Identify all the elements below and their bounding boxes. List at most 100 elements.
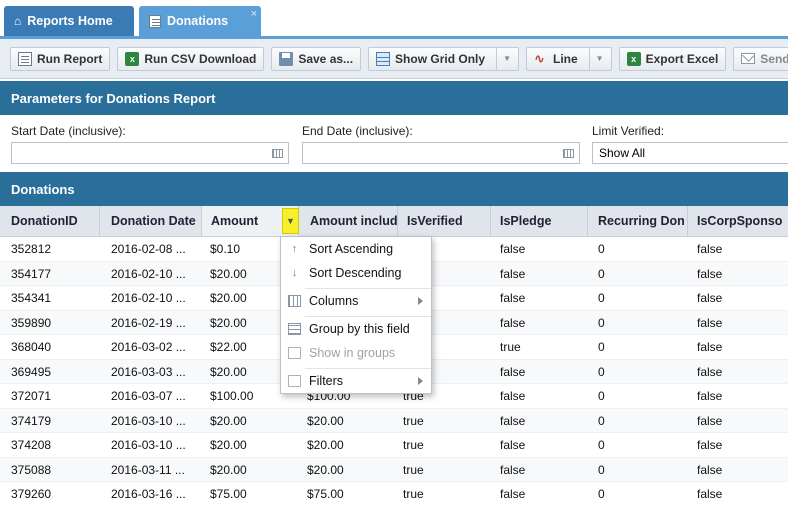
cell-is-pledge: false <box>500 487 526 501</box>
cell-is-corp-sponsor: false <box>697 291 723 305</box>
send-email-button[interactable]: Send Em <box>733 46 788 71</box>
menu-item-filters[interactable]: Filters <box>281 369 431 393</box>
line-chart-button[interactable]: ∿ Line ▼ <box>525 46 612 71</box>
table-row[interactable]: 375088 2016-03-11 ... $20.00 $20.00 true fals… <box>0 457 788 482</box>
limit-verified-label: Limit Verified: <box>592 124 665 138</box>
tab-bar: ⌂ Reports Home Donations × <box>0 0 788 39</box>
tab-reports-home[interactable]: ⌂ Reports Home <box>4 6 134 36</box>
excel-icon: x <box>626 51 641 66</box>
cell-amount-including: $75.00 <box>307 487 344 501</box>
cell-recurring-donation: 0 <box>598 266 605 281</box>
chevron-down-icon[interactable]: ▼ <box>496 47 511 70</box>
column-header-recurring-donation[interactable]: Recurring Don <box>588 206 688 236</box>
cell-is-pledge: false <box>500 462 526 477</box>
run-csv-download-button[interactable]: x Run CSV Download <box>117 46 265 71</box>
cell-is-verified: true <box>403 413 424 428</box>
calendar-icon[interactable] <box>272 149 283 158</box>
cell-recurring-donation: 0 <box>598 462 605 477</box>
cell-is-pledge: true <box>500 340 521 354</box>
column-header-is-corp-sponsor[interactable]: IsCorpSponso <box>688 206 788 236</box>
menu-item-label: Columns <box>309 294 359 308</box>
show-grid-only-button[interactable]: Show Grid Only ▼ <box>368 46 519 71</box>
cell-is-pledge: false <box>500 266 526 281</box>
end-date-input[interactable] <box>302 142 580 164</box>
cell-recurring-donation: 0 <box>598 438 605 452</box>
save-icon <box>279 51 294 66</box>
cell-is-corp-sponsor: false <box>697 462 723 477</box>
menu-item-group-by-field[interactable]: Group by this field <box>281 317 431 341</box>
table-row[interactable]: 374208 2016-03-10 ... $20.00 $20.00 true fals… <box>0 433 788 458</box>
close-tab-icon[interactable]: × <box>251 8 257 20</box>
cell-is-pledge: false <box>500 438 526 452</box>
menu-item-show-in-groups[interactable]: Show in groups <box>281 341 431 365</box>
cell-donation-date: 2016-03-02 ... <box>111 340 186 354</box>
cell-donation-id: 354341 <box>11 291 52 305</box>
chevron-down-icon[interactable]: ▼ <box>588 47 604 70</box>
cell-amount: $20.00 <box>210 462 247 477</box>
button-label: Show Grid Only <box>395 51 486 66</box>
menu-item-label: Sort Descending <box>309 266 402 280</box>
run-report-button[interactable]: Run Report <box>10 46 111 71</box>
cell-recurring-donation: 0 <box>598 242 605 256</box>
menu-item-columns[interactable]: Columns <box>281 289 431 313</box>
menu-item-sort-descending[interactable]: ↓ Sort Descending <box>281 261 431 285</box>
column-header-donation-date[interactable]: Donation Date <box>100 206 202 236</box>
tab-label: Reports Home <box>27 14 113 28</box>
button-label: Export Excel <box>645 51 719 66</box>
save-as-button[interactable]: Save as... <box>271 46 362 71</box>
column-header-donation-id[interactable]: DonationID <box>0 206 100 236</box>
cell-donation-id: 368040 <box>11 340 52 354</box>
menu-item-label: Sort Ascending <box>309 242 394 256</box>
cell-is-corp-sponsor: false <box>697 315 723 330</box>
menu-item-label: Filters <box>309 374 344 388</box>
arrow-up-icon: ↑ <box>291 243 298 255</box>
section-title: Parameters for Donations Report <box>11 90 216 106</box>
menu-item-sort-ascending[interactable]: ↑ Sort Ascending <box>281 237 431 261</box>
cell-donation-date: 2016-02-08 ... <box>111 242 186 256</box>
column-menu: ↑ Sort Ascending ↓ Sort Descending Colum… <box>280 236 432 394</box>
start-date-label: Start Date (inclusive): <box>11 124 126 138</box>
cell-is-verified: true <box>403 487 424 501</box>
report-icon <box>149 14 161 28</box>
cell-donation-date: 2016-02-10 ... <box>111 291 186 305</box>
cell-amount: $20.00 <box>210 413 247 428</box>
checkbox-icon <box>288 347 301 359</box>
cell-recurring-donation: 0 <box>598 487 605 501</box>
calendar-icon[interactable] <box>563 149 574 158</box>
limit-verified-select[interactable]: Show All <box>592 142 788 164</box>
column-header-is-verified[interactable]: IsVerified <box>398 206 491 236</box>
limit-verified-value: Show All <box>599 146 646 160</box>
cell-is-verified: true <box>403 438 424 452</box>
cell-amount-including: $20.00 <box>307 438 344 452</box>
tab-donations[interactable]: Donations × <box>139 6 261 36</box>
end-date-label: End Date (inclusive): <box>302 124 413 138</box>
parameters-panel: Start Date (inclusive): End Date (inclus… <box>0 117 788 172</box>
cell-donation-id: 369495 <box>11 364 52 379</box>
cell-amount: $75.00 <box>210 487 247 501</box>
cell-donation-id: 374208 <box>11 438 52 452</box>
column-header-is-pledge[interactable]: IsPledge <box>491 206 588 236</box>
report-icon <box>18 51 32 66</box>
parameters-header: Parameters for Donations Report <box>0 81 788 115</box>
cell-donation-date: 2016-02-19 ... <box>111 315 186 330</box>
arrow-down-icon: ↓ <box>291 267 298 279</box>
cell-is-corp-sponsor: false <box>697 438 723 452</box>
grid-icon <box>376 51 391 66</box>
table-row[interactable]: 374179 2016-03-10 ... $20.00 $20.00 true fals… <box>0 408 788 433</box>
column-header-amount-including[interactable]: Amount includ <box>299 206 398 236</box>
column-menu-chevron-down-icon[interactable]: ▼ <box>282 208 299 234</box>
menu-item-label: Group by this field <box>309 322 410 336</box>
cell-donation-id: 372071 <box>11 389 52 403</box>
export-excel-button[interactable]: x Export Excel <box>618 46 727 71</box>
group-icon <box>288 323 301 335</box>
mail-icon <box>741 53 756 64</box>
cell-recurring-donation: 0 <box>598 340 605 354</box>
cell-donation-date: 2016-03-07 ... <box>111 389 186 403</box>
spreadsheet-icon: x <box>125 51 140 66</box>
grid-header-row: DonationID Donation Date Amount Amount i… <box>0 206 788 237</box>
start-date-input[interactable] <box>11 142 289 164</box>
columns-icon <box>288 295 301 307</box>
checkbox-icon <box>288 375 301 387</box>
table-row[interactable]: 379260 2016-03-16 ... $75.00 $75.00 true fals… <box>0 482 788 506</box>
cell-amount-including: $20.00 <box>307 413 344 428</box>
